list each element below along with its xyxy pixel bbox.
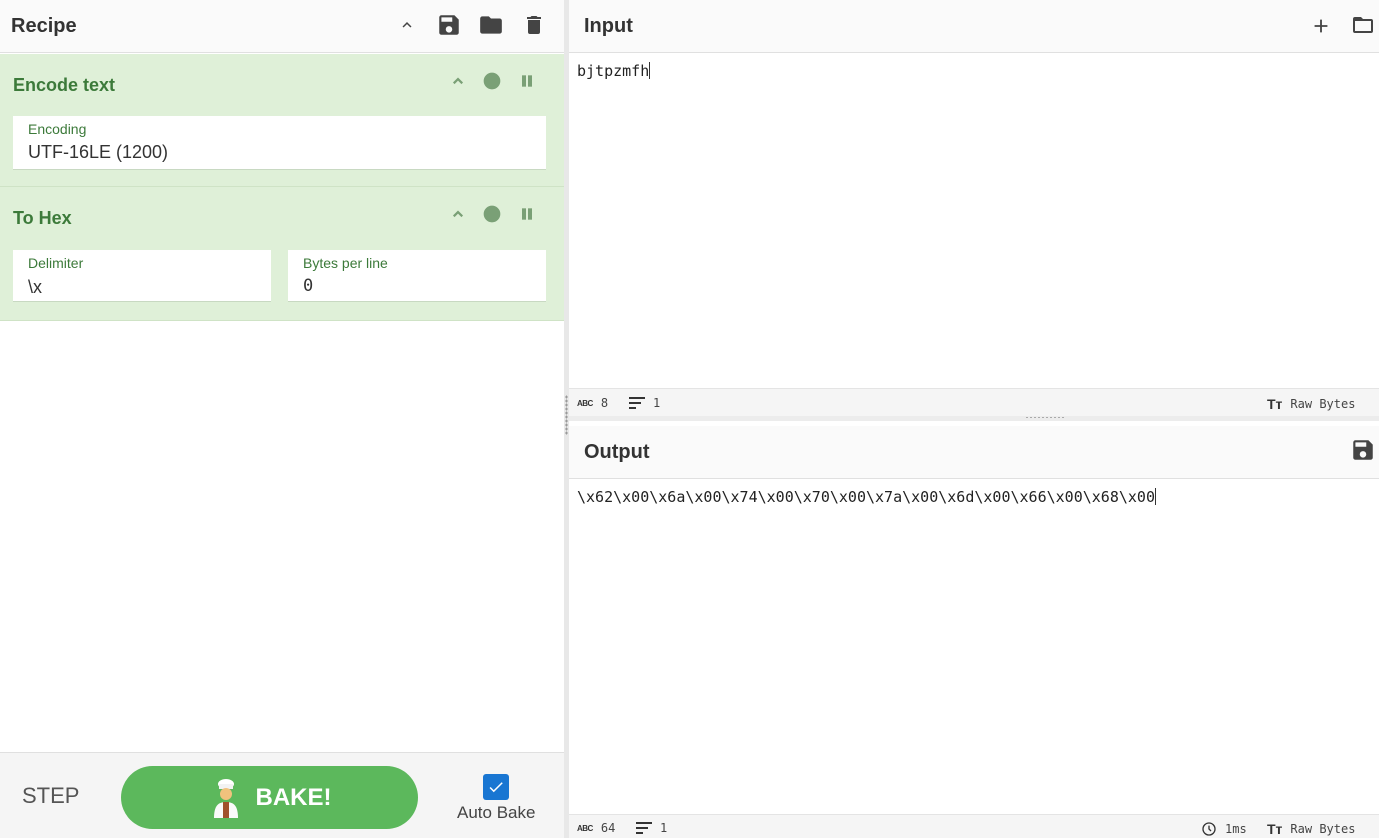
output-title: Output (584, 441, 650, 463)
field-value: 0 (303, 276, 314, 296)
chevron-up-icon[interactable] (393, 11, 421, 39)
field-label: Bytes per line (303, 255, 388, 271)
auto-bake-checkbox[interactable] (483, 774, 509, 800)
disable-icon[interactable] (481, 70, 503, 92)
controls-bar: STEP BAKE! Auto Bake (0, 752, 564, 838)
output-header: Output (569, 426, 1379, 479)
output-time: 1ms (1225, 822, 1247, 836)
pause-icon[interactable] (516, 70, 538, 92)
horizontal-splitter[interactable] (569, 416, 1379, 421)
input-lines-stat: 1 (629, 396, 660, 410)
abc-icon: ABC (577, 398, 593, 408)
auto-bake-label: Auto Bake (457, 803, 536, 822)
disable-icon[interactable] (481, 203, 503, 225)
save-output-icon[interactable] (1349, 436, 1377, 464)
delimiter-field[interactable]: Delimiter \x (13, 250, 271, 302)
text-caret (1154, 488, 1156, 505)
input-textarea[interactable]: bjtpzmfh (577, 62, 651, 80)
splitter-grip-icon (565, 395, 568, 435)
text-format-icon: Tт (1267, 396, 1283, 412)
lines-icon (629, 397, 645, 409)
output-pane: Output \x62\x00\x6a\x00\x74\x00\x70\x00\… (569, 426, 1379, 838)
open-file-icon[interactable] (1349, 11, 1377, 39)
chef-icon (213, 778, 238, 818)
folder-icon[interactable] (477, 11, 505, 39)
output-statusbar: ABC 64 1 1ms Tт Raw Bytes (569, 814, 1379, 838)
bake-button[interactable]: BAKE! (121, 766, 418, 829)
output-encoding-stat[interactable]: Tт Raw Bytes (1267, 821, 1355, 837)
recipe-header: Recipe (0, 0, 564, 53)
field-label: Encoding (28, 121, 87, 137)
bake-label: BAKE! (255, 783, 332, 811)
operation-title: Encode text (13, 75, 116, 95)
output-time-stat: 1ms (1201, 821, 1247, 837)
encoding-field[interactable]: Encoding UTF-16LE (1200) (13, 116, 546, 170)
output-length-stat: ABC 64 (577, 821, 615, 835)
pause-icon[interactable] (516, 203, 538, 225)
lines-icon (636, 822, 652, 834)
bytes-per-line-field[interactable]: Bytes per line 0 (288, 250, 546, 302)
input-text: bjtpzmfh (577, 62, 650, 80)
field-value: UTF-16LE (1200) (28, 142, 169, 162)
operation-encode-text: Encode text Encoding UTF-16LE (1200) (0, 54, 564, 187)
operation-to-hex: To Hex Delimiter \x Bytes per line 0 (0, 187, 564, 321)
text-format-icon: Tт (1267, 821, 1283, 837)
save-icon[interactable] (435, 11, 463, 39)
input-length-stat: ABC 8 (577, 396, 608, 410)
input-encoding: Raw Bytes (1290, 397, 1356, 411)
splitter-grip-icon (1025, 416, 1065, 420)
output-lines: 1 (660, 821, 668, 835)
abc-icon: ABC (577, 823, 593, 833)
text-caret (649, 62, 651, 79)
input-header: Input (569, 0, 1379, 53)
input-title: Input (584, 15, 633, 37)
recipe-title: Recipe (11, 15, 77, 37)
recipe-pane: Recipe Encode text Encoding UTF-16LE (12… (0, 0, 564, 838)
output-length: 64 (600, 821, 616, 835)
chevron-up-icon[interactable] (447, 203, 469, 225)
field-label: Delimiter (28, 255, 84, 271)
input-lines: 1 (653, 396, 661, 410)
cyberchef-app: Recipe Encode text Encoding UTF-16LE (12… (0, 0, 1379, 838)
input-length: 8 (600, 396, 609, 410)
output-encoding: Raw Bytes (1290, 822, 1356, 836)
clock-icon (1202, 822, 1216, 836)
field-value: \x (28, 277, 43, 297)
input-pane: Input bjtpzmfh ABC 8 1 Tт Raw Bytes (569, 0, 1379, 416)
operation-title: To Hex (13, 208, 72, 228)
output-lines-stat: 1 (636, 821, 667, 835)
step-button[interactable]: STEP (22, 783, 79, 809)
add-tab-icon[interactable] (1307, 12, 1335, 40)
check-icon (489, 782, 503, 793)
chevron-up-icon[interactable] (447, 70, 469, 92)
trash-icon[interactable] (520, 11, 548, 39)
output-text: \x62\x00\x6a\x00\x74\x00\x70\x00\x7a\x00… (577, 488, 1155, 506)
input-encoding-stat[interactable]: Tт Raw Bytes (1267, 396, 1355, 412)
input-statusbar: ABC 8 1 Tт Raw Bytes (569, 388, 1379, 416)
output-textarea[interactable]: \x62\x00\x6a\x00\x74\x00\x70\x00\x7a\x00… (577, 488, 1156, 506)
